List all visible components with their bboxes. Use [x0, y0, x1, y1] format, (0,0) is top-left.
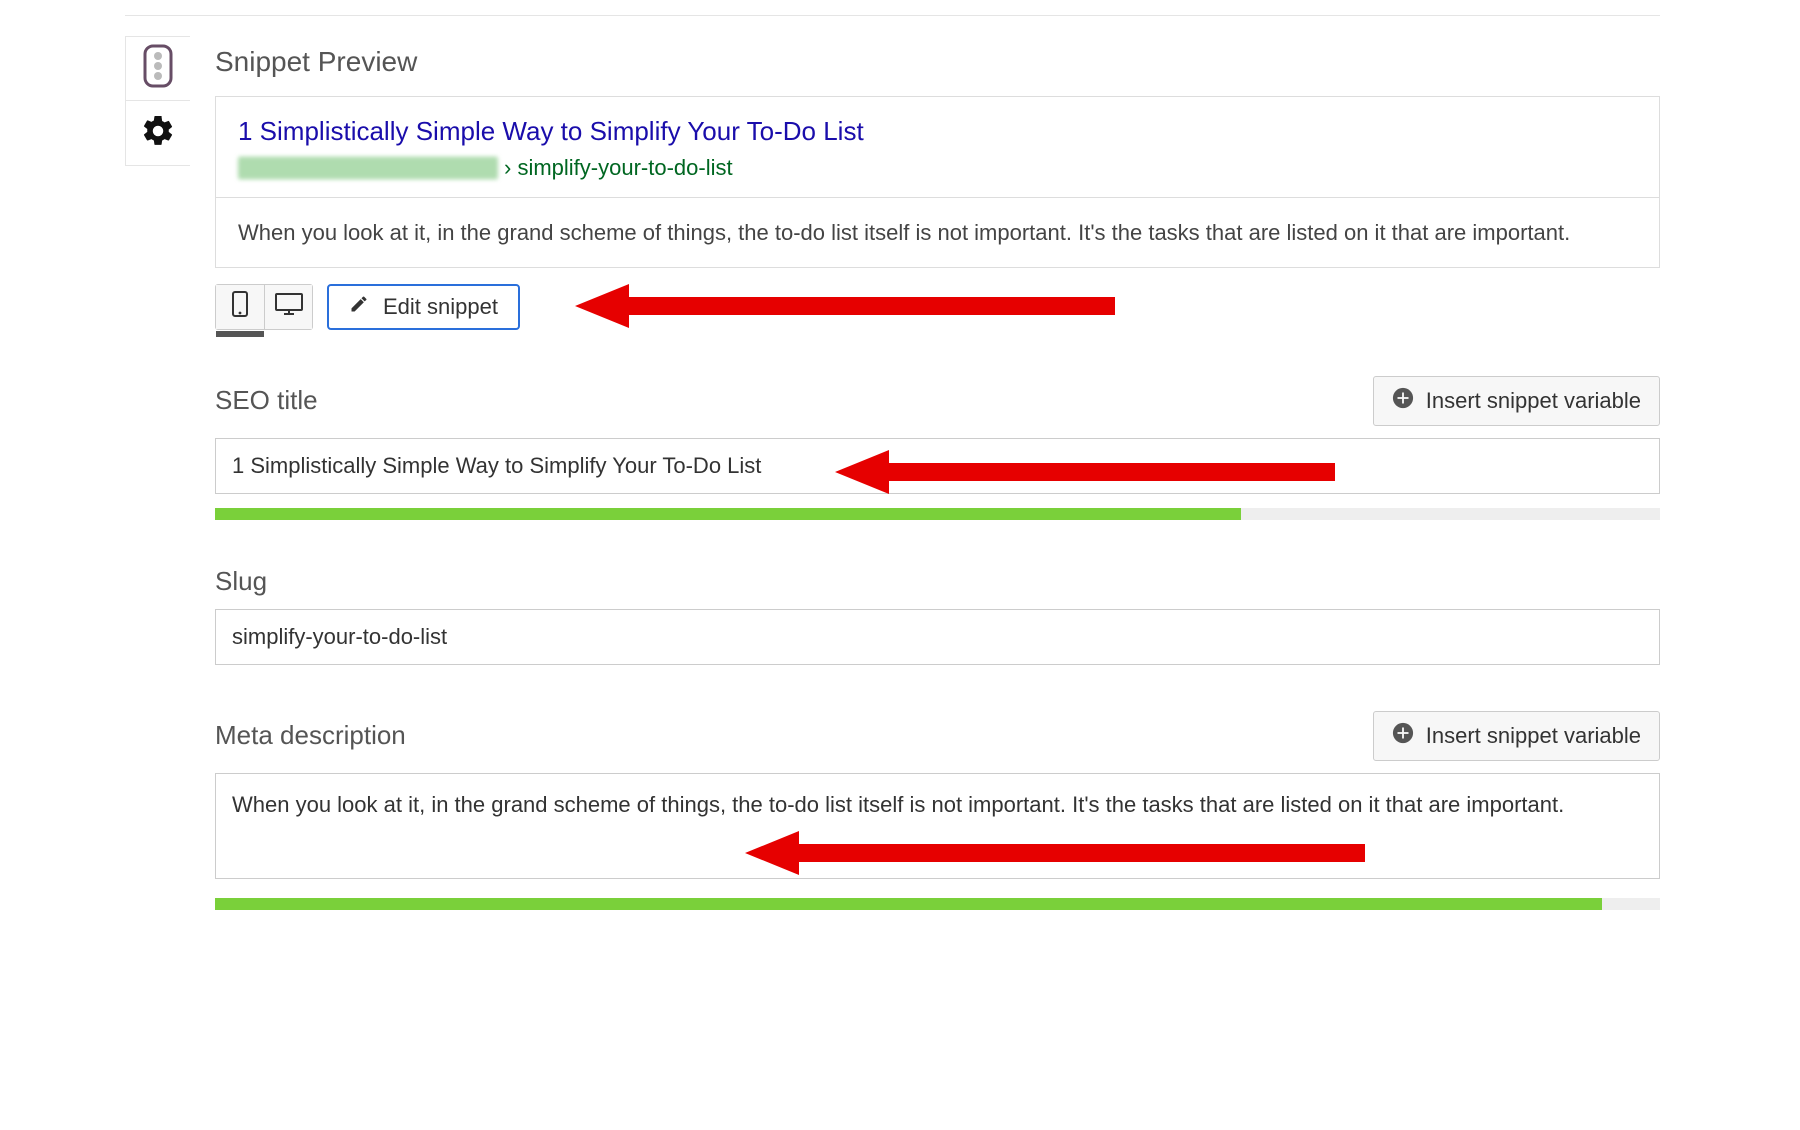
divider: [125, 15, 1660, 16]
traffic-light-icon: [143, 44, 173, 93]
seo-title-field-block: SEO title Insert snippet variable: [215, 376, 1660, 520]
device-mobile-button[interactable]: [216, 285, 264, 329]
mobile-icon: [231, 290, 249, 323]
insert-variable-label: Insert snippet variable: [1426, 723, 1641, 749]
edit-snippet-button[interactable]: Edit snippet: [327, 284, 520, 330]
tab-readability[interactable]: [125, 36, 190, 101]
insert-variable-label: Insert snippet variable: [1426, 388, 1641, 414]
slug-input[interactable]: [215, 609, 1660, 665]
meta-description-progress: [215, 898, 1660, 910]
plus-circle-icon: [1392, 722, 1414, 750]
seo-title-input[interactable]: [215, 438, 1660, 494]
seo-title-label: SEO title: [215, 385, 318, 416]
tab-settings[interactable]: [125, 101, 190, 166]
seo-title-progress: [215, 508, 1660, 520]
meta-description-label: Meta description: [215, 720, 406, 751]
meta-description-input[interactable]: [215, 773, 1660, 879]
device-toggle: [215, 284, 313, 330]
slug-field-block: Slug: [215, 566, 1660, 665]
preview-host-blurred: [238, 157, 498, 179]
annotation-arrow: [575, 280, 1115, 332]
pencil-icon: [349, 294, 369, 320]
insert-variable-button[interactable]: Insert snippet variable: [1373, 376, 1660, 426]
edit-snippet-label: Edit snippet: [383, 294, 498, 320]
preview-slug: › simplify-your-to-do-list: [504, 155, 733, 181]
device-desktop-button[interactable]: [264, 285, 312, 329]
desktop-icon: [274, 292, 304, 321]
preview-title: 1 Simplistically Simple Way to Simplify …: [238, 115, 1637, 149]
side-tab-list: [125, 36, 190, 166]
preview-description: When you look at it, in the grand scheme…: [216, 198, 1659, 267]
plus-circle-icon: [1392, 387, 1414, 415]
gear-icon: [140, 113, 176, 154]
slug-label: Slug: [215, 566, 267, 597]
preview-url: › simplify-your-to-do-list: [238, 155, 1637, 181]
insert-variable-button[interactable]: Insert snippet variable: [1373, 711, 1660, 761]
seo-title-progress-bar: [215, 508, 1241, 520]
snippet-preview-card: 1 Simplistically Simple Way to Simplify …: [215, 96, 1660, 268]
device-active-indicator: [216, 331, 264, 337]
meta-description-field-block: Meta description Insert snippet variable: [215, 711, 1660, 910]
meta-description-progress-bar: [215, 898, 1602, 910]
section-title: Snippet Preview: [215, 46, 1660, 78]
